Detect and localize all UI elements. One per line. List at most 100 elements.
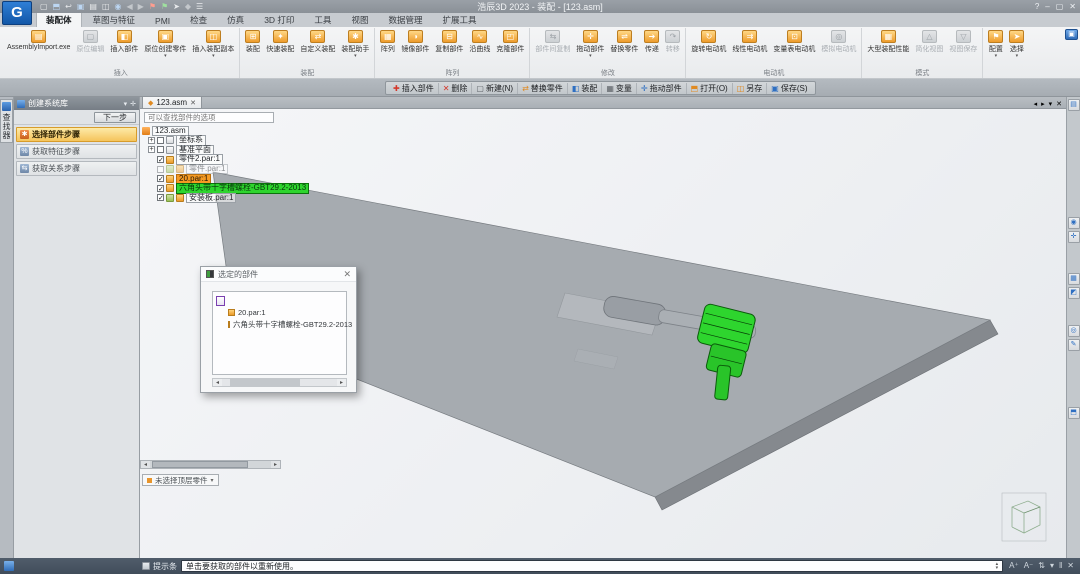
pathfinder-panel-icon[interactable]: ▤ <box>1068 99 1080 111</box>
cmd-new[interactable]: ▢新建(N) <box>471 83 517 94</box>
chevron-down-icon[interactable]: ▾ <box>1016 55 1019 59</box>
chevron-down-icon[interactable]: ▾ <box>995 55 998 59</box>
undo-icon[interactable]: ↩ <box>65 1 72 12</box>
flag-red-icon[interactable]: ⚑ <box>149 1 156 12</box>
assemble-button[interactable]: ⊞装配 <box>242 28 263 54</box>
cmd-save-as[interactable]: ◫另存 <box>732 83 767 94</box>
chevron-down-icon[interactable]: ▾ <box>164 55 167 59</box>
linear-motor-button[interactable]: ⇉线性电动机 <box>729 28 770 54</box>
insert-part-button[interactable]: ◧插入部件 <box>107 28 141 54</box>
font-increase-icon[interactable]: A⁺ <box>1009 560 1019 572</box>
along-curve-button[interactable]: ∿沿曲线 <box>466 28 493 54</box>
checkbox[interactable] <box>157 137 164 144</box>
tree-horizontal-scrollbar[interactable]: ◂ ▸ <box>140 460 281 469</box>
prompt-spinner[interactable]: ▴▾ <box>996 562 999 570</box>
create-part-in-place-button[interactable]: ▣原位创建零件▾ <box>141 28 189 59</box>
scroll-left-icon[interactable]: ◂ <box>213 379 222 386</box>
cursor-icon[interactable]: ➤ <box>173 1 180 12</box>
notes-panel-icon[interactable]: ✎ <box>1068 339 1080 351</box>
tree-item-bolt[interactable]: 六角头带十字槽螺栓-GBT29.2-2013 <box>142 184 312 194</box>
sphere-3d-icon[interactable]: ◉ <box>115 1 122 12</box>
scrollbar-thumb[interactable] <box>230 379 300 386</box>
clone-part-button[interactable]: ◰克隆部件 <box>493 28 527 54</box>
tab-pmi[interactable]: PMI <box>146 14 179 27</box>
mirror-part-button[interactable]: ◑镜像部件 <box>398 28 432 54</box>
magnifier-panel-icon[interactable]: ◎ <box>1068 325 1080 337</box>
checkbox[interactable] <box>157 194 164 201</box>
back-icon[interactable]: ◀ <box>127 1 133 12</box>
document-tab[interactable]: ◆ 123.asm ✕ <box>142 97 202 108</box>
print-icon[interactable]: ▤ <box>89 1 97 12</box>
pattern-button[interactable]: ▦阵列 <box>377 28 398 54</box>
tree-item-mount-plate[interactable]: 安装板.par:1 <box>142 193 312 203</box>
app-logo[interactable]: G <box>2 1 32 25</box>
pin-icon[interactable]: ✛ <box>130 100 136 108</box>
flag-green-icon[interactable]: ⚑ <box>161 1 168 12</box>
tab-data-management[interactable]: 数据管理 <box>379 12 431 27</box>
tab-3d-print[interactable]: 3D 打印 <box>255 12 303 27</box>
tree-search-input[interactable] <box>144 112 274 123</box>
checkbox[interactable] <box>157 185 164 192</box>
next-step-button[interactable]: 下一步 <box>94 112 136 123</box>
custom-assemble-button[interactable]: ⇄自定义装配 <box>297 28 338 54</box>
checkbox[interactable] <box>157 146 164 153</box>
dropdown-icon[interactable]: ▾ <box>1050 560 1054 572</box>
drag-part-button[interactable]: ✛拖动部件▾ <box>573 28 607 59</box>
cmd-delete[interactable]: ✕删除 <box>438 83 472 94</box>
new-doc-icon[interactable]: ▢ <box>40 1 48 12</box>
chevron-down-icon[interactable]: ▾ <box>354 55 357 59</box>
tab-scroll-right-icon[interactable]: ▸ <box>1041 100 1045 108</box>
select-button[interactable]: ➤选择▾ <box>1006 28 1027 59</box>
cmd-save[interactable]: ▣保存(S) <box>766 83 811 94</box>
tab-simulation[interactable]: 仿真 <box>218 12 253 27</box>
scroll-right-icon[interactable]: ▸ <box>337 379 346 386</box>
tab-list-icon[interactable]: ▾ <box>1049 100 1053 108</box>
close-tab-icon[interactable]: ✕ <box>190 99 196 107</box>
window-layout-icon[interactable]: ◫ <box>102 1 110 12</box>
dialog-title-bar[interactable]: 选定的部件 ✕ <box>201 267 356 282</box>
tab-tools[interactable]: 工具 <box>305 12 340 27</box>
collapse-icon[interactable]: ▾ <box>124 100 128 108</box>
save-icon[interactable]: ▣ <box>77 1 85 12</box>
expand-icon[interactable]: + <box>148 137 155 144</box>
scroll-right-icon[interactable]: ▸ <box>271 461 280 468</box>
dialog-list-item[interactable]: 六角头带十字槽螺栓-GBT29.2-2013 <box>228 319 343 330</box>
viewport-3d[interactable]: ◆ 123.asm ✕ ◂ ▸ ▾ ✕ 123.asm <box>140 97 1066 558</box>
views-panel-icon[interactable]: ⬒ <box>1068 407 1080 419</box>
selection-panel-icon[interactable]: ✛ <box>1068 231 1080 243</box>
status-app-icon[interactable] <box>4 561 14 571</box>
prompt-message-field[interactable]: 单击要获取的部件以重新使用。 ▴▾ <box>181 560 1003 572</box>
scroll-left-icon[interactable]: ◂ <box>141 461 150 468</box>
overflow-menu-icon[interactable]: ☰ <box>196 1 203 12</box>
close-button[interactable]: ✕ <box>1069 1 1076 12</box>
tree-item-reference-planes[interactable]: + 基准平面 <box>142 145 312 155</box>
pause-icon[interactable]: ‖ <box>1059 560 1062 572</box>
dialog-horizontal-scrollbar[interactable]: ◂ ▸ <box>212 378 347 387</box>
rotary-motor-button[interactable]: ↻旋转电动机 <box>688 28 729 54</box>
tab-extensions[interactable]: 扩展工具 <box>433 12 485 27</box>
chevron-down-icon[interactable]: ▾ <box>589 55 592 59</box>
step-capture-relations[interactable]: ⇆ 获取关系步骤 <box>16 161 137 176</box>
finder-vertical-tab[interactable]: 查找器 <box>0 99 13 143</box>
ribbon-pin-icon[interactable]: ▣ <box>1065 29 1078 40</box>
chevron-down-icon[interactable]: ▾ <box>212 55 215 59</box>
insert-assembly-copy-button[interactable]: ◫插入装配副本▾ <box>189 28 237 59</box>
close-icon[interactable]: ✕ <box>343 269 351 280</box>
open-folder-icon[interactable]: ⬒ <box>53 1 61 12</box>
step-select-parts[interactable]: ✱ 选择部件步骤 <box>16 127 137 142</box>
forward-icon[interactable]: ▶ <box>138 1 144 12</box>
checkbox[interactable] <box>157 175 164 182</box>
tree-item-coordinate-systems[interactable]: + 坐标系 <box>142 136 312 146</box>
tab-assembly[interactable]: 装配体 <box>36 11 82 27</box>
tree-item-part2[interactable]: 零件2.par:1 <box>142 155 312 165</box>
top-level-part-dropdown[interactable]: 未选择顶层零件 ▾ <box>142 474 219 486</box>
expand-icon[interactable]: + <box>148 146 155 153</box>
sensors-panel-icon[interactable]: ◉ <box>1068 217 1080 229</box>
tree-root[interactable]: 123.asm <box>142 126 312 136</box>
layers-panel-icon[interactable]: ▦ <box>1068 273 1080 285</box>
assembly-assistant-button[interactable]: ✱装配助手▾ <box>338 28 372 59</box>
step-capture-features[interactable]: % 获取特征步骤 <box>16 144 137 159</box>
view-triad[interactable] <box>1002 493 1046 541</box>
minimize-button[interactable]: – <box>1045 1 1049 12</box>
tab-close-icon[interactable]: ✕ <box>1056 100 1062 108</box>
